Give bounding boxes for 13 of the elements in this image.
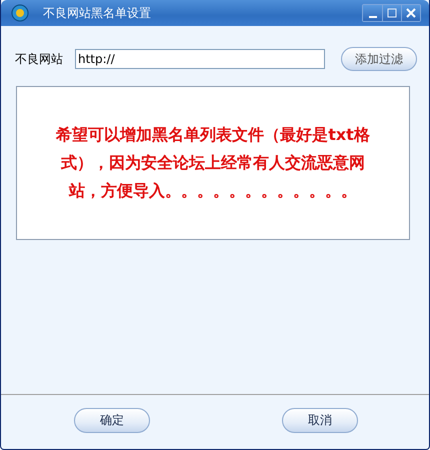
window-title: 不良网站黑名单设置 bbox=[43, 4, 152, 22]
add-filter-button[interactable]: 添加过滤 bbox=[341, 47, 417, 71]
minimize-button[interactable] bbox=[363, 5, 382, 21]
close-icon bbox=[406, 8, 416, 18]
maximize-button[interactable] bbox=[382, 5, 401, 21]
note-text: 希望可以增加黑名单列表文件（最好是txt格式），因为安全论坛上经常有人交流恶意网站，方便导入。。。。。。。。。。。。 bbox=[54, 124, 371, 202]
close-button[interactable] bbox=[401, 5, 420, 21]
cancel-button[interactable]: 取消 bbox=[282, 408, 358, 433]
minimize-icon bbox=[368, 16, 376, 18]
maximize-icon bbox=[387, 8, 397, 18]
url-input[interactable]: http:// bbox=[75, 49, 325, 69]
ok-button[interactable]: 确定 bbox=[74, 408, 150, 433]
site-label: 不良网站 bbox=[15, 50, 64, 68]
